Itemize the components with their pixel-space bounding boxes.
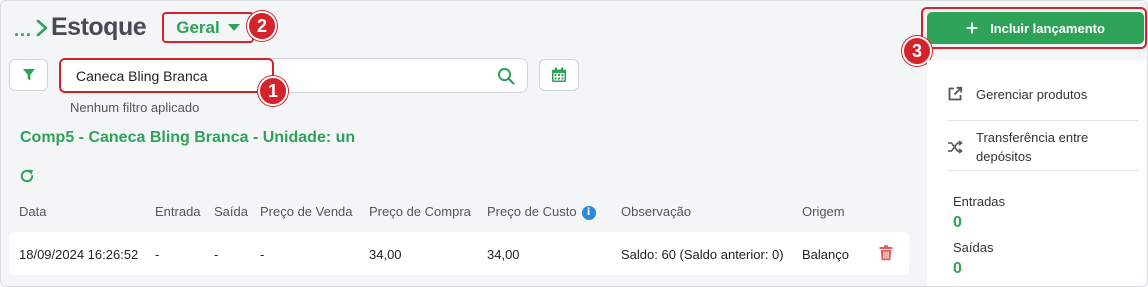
refresh-icon[interactable]	[19, 168, 35, 184]
filter-icon	[22, 69, 35, 81]
manage-products-label: Gerenciar produtos	[976, 86, 1088, 102]
add-entry-button[interactable]: Incluir lançamento	[927, 12, 1144, 44]
filter-button[interactable]	[9, 59, 48, 91]
column-header-origem: Origem	[802, 204, 845, 219]
shuffle-icon	[948, 140, 963, 154]
external-link-icon	[948, 86, 963, 101]
cell-preco-compra: 34,00	[369, 247, 402, 262]
column-header-entrada: Entrada	[155, 204, 201, 219]
annotation-badge-1: 1	[258, 76, 288, 106]
column-header-data: Data	[19, 204, 47, 219]
calendar-button[interactable]	[539, 59, 579, 91]
cell-preco-venda: -	[260, 247, 265, 262]
column-header-observacao: Observação	[621, 204, 692, 219]
cell-preco-custo: 34,00	[487, 247, 520, 262]
transfer-label-line1: Transferência entre	[976, 130, 1089, 145]
view-selector[interactable]: Geral	[162, 12, 254, 43]
cell-origem: Balanço	[802, 247, 849, 262]
search-box	[59, 58, 528, 93]
entradas-label: Entradas	[953, 194, 1006, 209]
caret-down-icon	[227, 24, 240, 31]
app-frame: ... Estoque Geral 2 1	[0, 0, 1148, 287]
column-header-saida: Saída	[214, 204, 248, 219]
plus-icon	[966, 22, 978, 34]
saidas-value: 0	[953, 260, 962, 277]
saidas-label: Saídas	[953, 240, 994, 255]
cell-saida: -	[214, 247, 219, 262]
view-selector-label: Geral	[176, 17, 220, 37]
column-header-preco-custo: Preço de Custo i	[487, 204, 596, 220]
page-title: Estoque	[51, 13, 147, 41]
column-header-preco-custo-label: Preço de Custo	[487, 204, 577, 219]
product-title: Comp5 - Caneca Bling Branca - Unidade: u…	[20, 129, 356, 146]
entradas-value: 0	[953, 214, 962, 231]
transfer-link[interactable]: Transferência entre depósitos	[947, 128, 1088, 166]
transfer-label-line2: depósitos	[976, 149, 1032, 164]
trash-icon[interactable]	[879, 245, 893, 261]
sidebar: Incluir lançamento 3 Gerenciar produtos	[902, 2, 1147, 286]
annotation-badge-2: 2	[247, 11, 277, 41]
column-header-preco-compra: Preço de Compra	[369, 204, 471, 219]
manage-products-link[interactable]: Gerenciar produtos	[947, 86, 1087, 102]
calendar-icon	[552, 67, 566, 82]
cell-observacao: Saldo: 60 (Saldo anterior: 0)	[621, 247, 784, 262]
sidebar-divider	[947, 170, 1139, 171]
sidebar-panel: Gerenciar produtos Transferência entre de…	[927, 60, 1147, 286]
add-entry-label: Incluir lançamento	[990, 20, 1105, 36]
cell-data: 18/09/2024 16:26:52	[19, 247, 139, 262]
cell-entrada: -	[155, 247, 160, 262]
transfer-label: Transferência entre depósitos	[976, 128, 1088, 166]
search-icon[interactable]	[497, 67, 515, 85]
main-content: ... Estoque Geral 2 1	[2, 2, 920, 286]
filter-status-text: Nenhum filtro aplicado	[70, 100, 200, 115]
sidebar-divider	[947, 120, 1139, 121]
chevron-right-icon	[36, 19, 48, 37]
column-header-preco-venda: Preço de Venda	[260, 204, 353, 219]
info-icon[interactable]: i	[581, 206, 596, 220]
breadcrumb-dots[interactable]: ...	[14, 20, 32, 41]
